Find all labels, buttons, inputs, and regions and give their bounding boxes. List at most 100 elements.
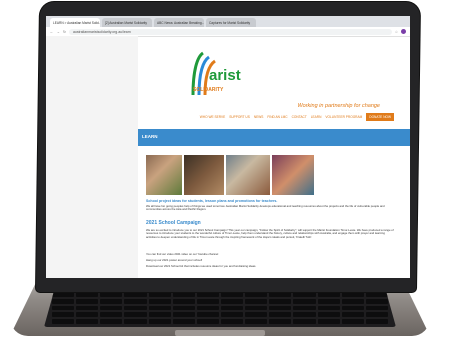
keyboard-key	[196, 319, 219, 324]
campaign-paragraph: We are so excited to introduce you to ou…	[146, 228, 394, 239]
browser-tab-strip: LEARN > Australian Marist Solid... [2] A…	[46, 16, 410, 27]
keyboard-key	[317, 312, 340, 318]
donate-button[interactable]: DONATE NOW	[366, 113, 394, 121]
photo-students-outdoors	[272, 155, 314, 195]
keyboard-key	[148, 305, 171, 311]
laptop-trackpad	[175, 330, 265, 336]
keyboard-key	[148, 292, 171, 297]
photo-children-group	[184, 155, 224, 195]
keyboard-key	[172, 312, 195, 318]
keyboard-key	[220, 312, 244, 318]
keyboard-key	[365, 298, 388, 304]
keyboard-key	[365, 292, 388, 297]
keyboard-key	[148, 319, 171, 324]
keyboard-key	[341, 298, 364, 304]
keyboard-key	[76, 312, 99, 318]
keyboard-key	[124, 298, 147, 304]
keyboard-key	[196, 292, 219, 297]
keyboard-key	[245, 305, 268, 311]
keyboard-key	[245, 292, 268, 297]
nav-item-volunteer[interactable]: VOLUNTEER PROGRAM	[325, 115, 362, 119]
nav-item-contact[interactable]: CONTACT	[292, 115, 307, 119]
keyboard-key	[172, 319, 195, 324]
keyboard-key	[293, 312, 316, 318]
keyboard-key	[269, 298, 292, 304]
keyboard-key	[52, 292, 75, 297]
keyboard-key	[148, 312, 171, 318]
profile-icon[interactable]	[401, 29, 406, 34]
keyboard-key	[124, 305, 147, 311]
keyboard-key	[341, 312, 364, 318]
forward-icon[interactable]: →	[57, 30, 61, 34]
keyboard-key	[76, 298, 99, 304]
keyboard-key	[100, 292, 123, 297]
keyboard-key	[196, 298, 219, 304]
keyboard-key	[172, 305, 195, 311]
keyboard-key	[245, 319, 268, 324]
main-nav: WHO WE SERVE SUPPORT US NEWS FIND AN LMC…	[169, 113, 394, 121]
keyboard-key	[76, 292, 99, 297]
site-logo[interactable]: arist SOLIDARITY	[189, 51, 249, 104]
video-link-text[interactable]: You can find our video 2021 video on our…	[146, 252, 218, 256]
keyboard-key	[124, 312, 147, 318]
keyboard-key	[172, 292, 195, 297]
browser-tab[interactable]: ABC News: Australian Breaking...	[154, 18, 204, 27]
browser-tab[interactable]: [2] Australian Marist Solidarity	[102, 18, 152, 27]
section-title: LEARN	[142, 134, 158, 139]
nav-item-who-we-serve[interactable]: WHO WE SERVE	[200, 115, 225, 119]
nav-item-learn[interactable]: LEARN	[311, 115, 322, 119]
keyboard-key	[269, 292, 292, 297]
keyboard-key	[293, 319, 316, 324]
keyboard-key	[269, 312, 292, 318]
reload-icon[interactable]: ↻	[63, 30, 66, 34]
keyboard-key	[52, 312, 75, 318]
keyboard-key	[76, 305, 99, 311]
poster-link-text[interactable]: Hang up our 2021 poster around your scho…	[146, 258, 202, 262]
keyboard-key	[245, 312, 268, 318]
keyboard-key	[317, 319, 340, 324]
logo-brand-text: arist	[209, 67, 241, 84]
keyboard-key	[293, 298, 316, 304]
learn-heading: School project ideas for students, lesso…	[146, 199, 278, 203]
keyboard-key	[317, 305, 340, 311]
keyboard-key	[220, 292, 244, 297]
keyboard-key	[317, 292, 340, 297]
keyboard-key	[52, 319, 75, 324]
keyboard-key	[293, 292, 316, 297]
page-margin-left	[46, 36, 138, 278]
nav-item-find-lmc[interactable]: FIND AN LMC	[267, 115, 287, 119]
site-tagline: Working in partnership for change	[297, 103, 380, 109]
keyboard-key	[269, 319, 292, 324]
keyboard-key	[196, 312, 219, 318]
section-banner: LEARN	[138, 129, 410, 146]
keyboard-key	[293, 305, 316, 311]
keyboard-key	[172, 298, 195, 304]
browser-tab[interactable]: LEARN > Australian Marist Solid...	[50, 18, 100, 27]
laptop-screen: LEARN > Australian Marist Solid... [2] A…	[46, 16, 410, 278]
address-bar[interactable]: australianmaristsolidarity.org.au/learn	[68, 28, 392, 35]
nav-item-support-us[interactable]: SUPPORT US	[229, 115, 250, 119]
keyboard-key	[148, 298, 171, 304]
school-kit-link-text[interactable]: Download our 2021 School kit that includ…	[146, 264, 256, 268]
campaign-title: 2021 School Campaign	[146, 220, 201, 226]
back-icon[interactable]: ←	[50, 30, 54, 34]
keyboard-key	[341, 305, 364, 311]
keyboard-key	[269, 305, 292, 311]
keyboard-key	[220, 319, 244, 324]
keyboard-key	[100, 298, 123, 304]
keyboard-key	[100, 319, 123, 324]
keyboard-key	[220, 298, 244, 304]
keyboard-key	[365, 319, 388, 324]
keyboard-key	[52, 305, 75, 311]
keyboard-key	[365, 312, 388, 318]
browser-tab[interactable]: Captures for Marist Solidarity	[206, 18, 256, 27]
keyboard-key	[76, 319, 99, 324]
keyboard-key	[124, 319, 147, 324]
keyboard-key	[220, 305, 244, 311]
keyboard-key	[124, 292, 147, 297]
photo-classroom	[226, 155, 270, 195]
nav-item-news[interactable]: NEWS	[254, 115, 264, 119]
intro-text: We all have fun going peoples help of th…	[146, 204, 385, 212]
logo-sub-text: SOLIDARITY	[193, 87, 224, 93]
star-icon[interactable]: ☆	[395, 30, 398, 34]
